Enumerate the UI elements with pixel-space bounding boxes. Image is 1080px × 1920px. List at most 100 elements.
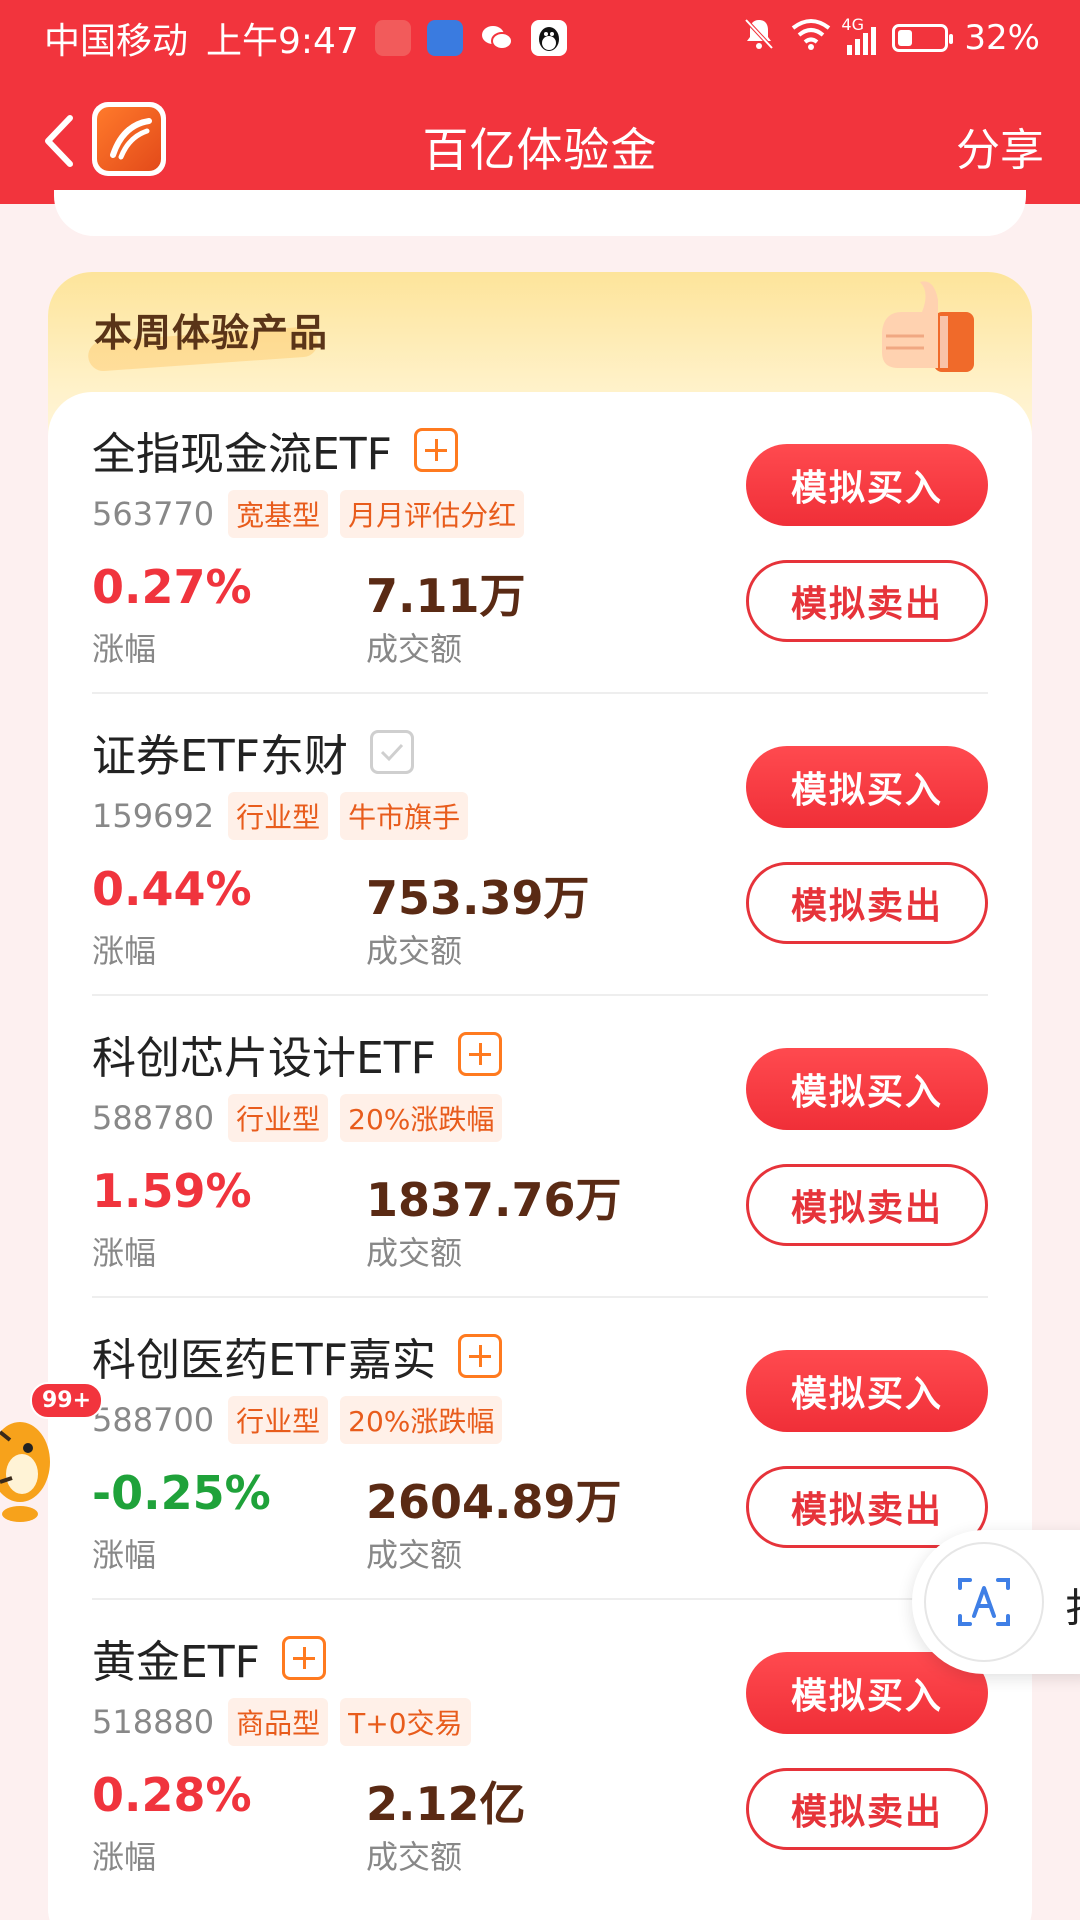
carrier-label: 中国移动 (44, 21, 189, 62)
product-item[interactable]: 全指现金流ETF 563770 宽基型 月月评估分红 0.27% 涨幅 7.11… (92, 392, 988, 694)
product-tag: 月月评估分红 (340, 490, 525, 538)
floating-mascot[interactable]: 99+ (0, 1382, 104, 1532)
volume-value: 7.11万 (366, 569, 526, 623)
floating-translate-widget[interactable]: 扌 (912, 1530, 1080, 1674)
simulate-sell-button[interactable]: 模拟卖出 (746, 1768, 988, 1850)
product-tag: 商品型 (228, 1698, 329, 1746)
simulate-sell-button[interactable]: 模拟卖出 (746, 1164, 988, 1246)
product-code: 588700 (92, 1401, 215, 1439)
battery-fill (898, 30, 913, 46)
product-tag: 20%涨跌幅 (340, 1396, 503, 1444)
huawei-app-icon (374, 20, 411, 56)
change-value: 1.59% (92, 1164, 252, 1218)
page-title: 百亿体验金 (422, 123, 658, 177)
change-value: 0.44% (92, 862, 252, 916)
previous-card-edge (54, 190, 1026, 236)
product-tag: 牛市旗手 (340, 792, 469, 840)
product-name-row: 科创芯片设计ETF (92, 1022, 502, 1086)
change-label: 涨幅 (92, 1838, 157, 1876)
product-name-row: 全指现金流ETF (92, 418, 458, 482)
clock: 上午9:47 (206, 21, 359, 62)
product-name-row: 科创医药ETF嘉实 (92, 1324, 502, 1388)
product-item[interactable]: 黄金ETF 518880 商品型 T+0交易 0.28% 涨幅 2.12亿 成交… (92, 1600, 988, 1902)
section-title: 本周体验产品 (94, 311, 329, 355)
volume-label: 成交额 (366, 932, 463, 970)
product-code: 588780 (92, 1099, 215, 1137)
simulate-sell-button[interactable]: 模拟卖出 (746, 560, 988, 642)
product-meta: 563770 宽基型 月月评估分红 (92, 490, 525, 538)
change-label: 涨幅 (92, 1536, 157, 1574)
product-tag: 宽基型 (228, 490, 329, 538)
product-name: 证券ETF东财 (92, 731, 348, 782)
product-tag: 行业型 (228, 1396, 329, 1444)
product-name: 科创芯片设计ETF (92, 1033, 436, 1084)
status-bar: 中国移动 上午9:47 4G 32% (0, 0, 1080, 76)
product-item[interactable]: 科创医药ETF嘉实 588700 行业型 20%涨跌幅 -0.25% 涨幅 26… (92, 1298, 988, 1600)
wifi-icon (791, 18, 831, 59)
volume-label: 成交额 (366, 1234, 463, 1272)
change-value: -0.25% (92, 1466, 271, 1520)
add-watchlist-icon[interactable] (414, 428, 458, 472)
qq-icon (530, 20, 567, 56)
product-tag: 行业型 (228, 1094, 329, 1142)
widget-edge-text: 扌 (1064, 1576, 1080, 1634)
simulate-sell-button[interactable]: 模拟卖出 (746, 862, 988, 944)
change-label: 涨幅 (92, 630, 157, 668)
network-type: 4G (841, 15, 864, 34)
game-app-icon (426, 20, 463, 56)
change-value: 0.27% (92, 560, 252, 614)
product-code: 518880 (92, 1703, 215, 1741)
status-left: 中国移动 上午9:47 (44, 12, 567, 64)
product-meta: 159692 行业型 牛市旗手 (92, 792, 469, 840)
simulate-buy-button[interactable]: 模拟买入 (746, 1350, 988, 1432)
simulate-buy-button[interactable]: 模拟买入 (746, 444, 988, 526)
volume-label: 成交额 (366, 1536, 463, 1574)
change-label: 涨幅 (92, 1234, 157, 1272)
simulate-buy-button[interactable]: 模拟买入 (746, 1048, 988, 1130)
status-right: 4G 32% (743, 15, 1040, 60)
product-meta: 518880 商品型 T+0交易 (92, 1698, 471, 1746)
volume-value: 2604.89万 (366, 1475, 622, 1529)
product-tag: T+0交易 (340, 1698, 471, 1746)
weekly-products-card: 本周体验产品 全指现金流ETF 563770 宽基型 月月评估分红 0.27% … (48, 272, 1032, 1920)
product-meta: 588700 行业型 20%涨跌幅 (92, 1396, 503, 1444)
thumbs-up-icon (882, 281, 974, 372)
volume-value: 753.39万 (366, 871, 590, 925)
share-button[interactable]: 分享 (956, 114, 1044, 178)
add-watchlist-icon[interactable] (458, 1032, 502, 1076)
volume-label: 成交额 (366, 1838, 463, 1876)
notification-badge: 99+ (30, 1382, 104, 1419)
battery-percent: 32% (964, 18, 1040, 58)
wechat-icon (479, 20, 515, 56)
product-item[interactable]: 证券ETF东财 159692 行业型 牛市旗手 0.44% 涨幅 753.39万… (92, 694, 988, 996)
product-name: 科创医药ETF嘉实 (92, 1335, 436, 1386)
product-item[interactable]: 科创芯片设计ETF 588780 行业型 20%涨跌幅 1.59% 涨幅 183… (92, 996, 988, 1298)
product-name: 黄金ETF (92, 1637, 260, 1688)
battery-icon (892, 24, 954, 52)
add-watchlist-icon[interactable] (458, 1334, 502, 1378)
product-meta: 588780 行业型 20%涨跌幅 (92, 1094, 503, 1142)
product-list: 全指现金流ETF 563770 宽基型 月月评估分红 0.27% 涨幅 7.11… (48, 392, 1032, 1920)
product-code: 159692 (92, 797, 215, 835)
top-header: 中国移动 上午9:47 4G 32% 百亿体验金 分享 (0, 0, 1080, 204)
volume-value: 1837.76万 (366, 1173, 622, 1227)
product-name-row: 黄金ETF (92, 1626, 326, 1690)
simulate-sell-button[interactable]: 模拟卖出 (746, 1466, 988, 1548)
translate-button[interactable] (924, 1542, 1044, 1662)
volume-label: 成交额 (366, 630, 463, 668)
add-watchlist-icon[interactable] (282, 1636, 326, 1680)
product-code: 563770 (92, 495, 215, 533)
signal-icon: 4G (841, 15, 877, 55)
product-tag: 行业型 (228, 792, 329, 840)
product-tag: 20%涨跌幅 (340, 1094, 503, 1142)
added-check-icon[interactable] (370, 730, 414, 774)
change-value: 0.28% (92, 1768, 252, 1822)
volume-value: 2.12亿 (366, 1777, 526, 1831)
simulate-buy-button[interactable]: 模拟买入 (746, 746, 988, 828)
product-name: 全指现金流ETF (92, 429, 392, 480)
nav-bar: 百亿体验金 分享 (0, 96, 1080, 186)
change-label: 涨幅 (92, 932, 157, 970)
product-name-row: 证券ETF东财 (92, 720, 414, 784)
translate-icon (958, 1578, 1010, 1626)
mute-icon (743, 17, 775, 60)
